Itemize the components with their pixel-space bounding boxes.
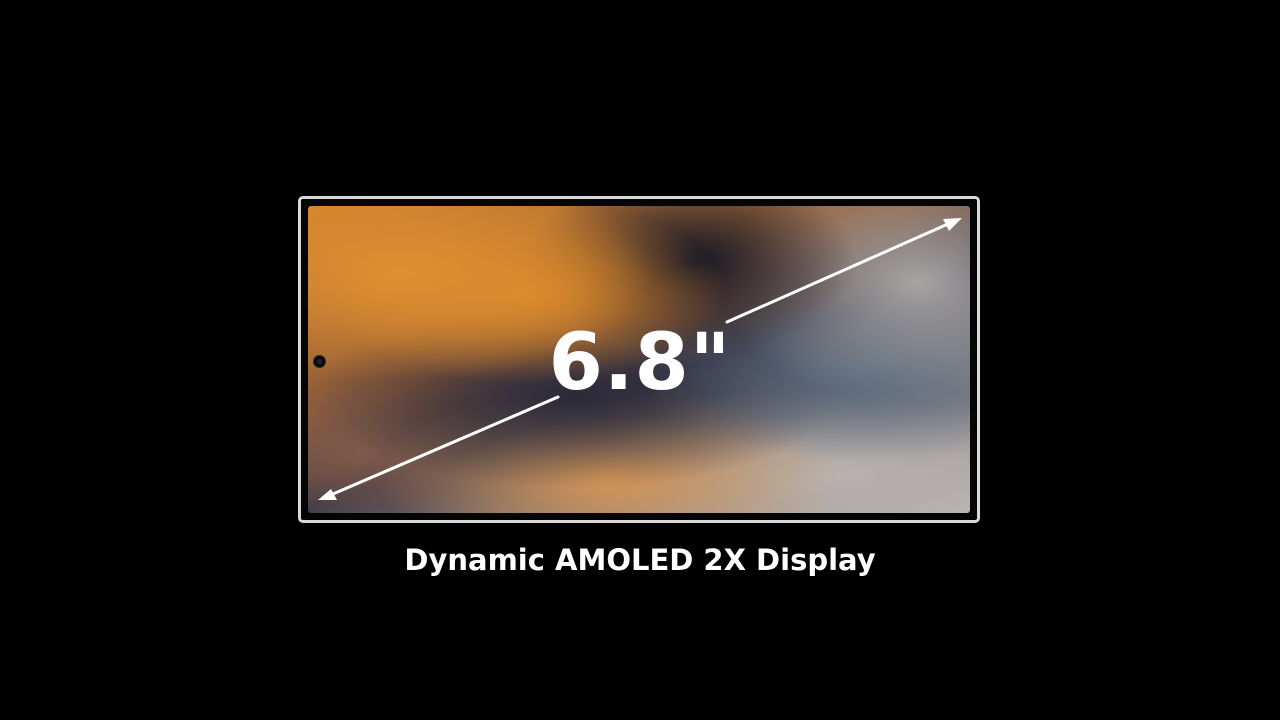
slide: 6.8" Dynamic AMOLED 2X Display — [0, 0, 1280, 720]
screen-size-label: 6.8" — [548, 318, 732, 408]
front-camera-icon — [314, 356, 325, 367]
display-caption: Dynamic AMOLED 2X Display — [404, 543, 876, 577]
